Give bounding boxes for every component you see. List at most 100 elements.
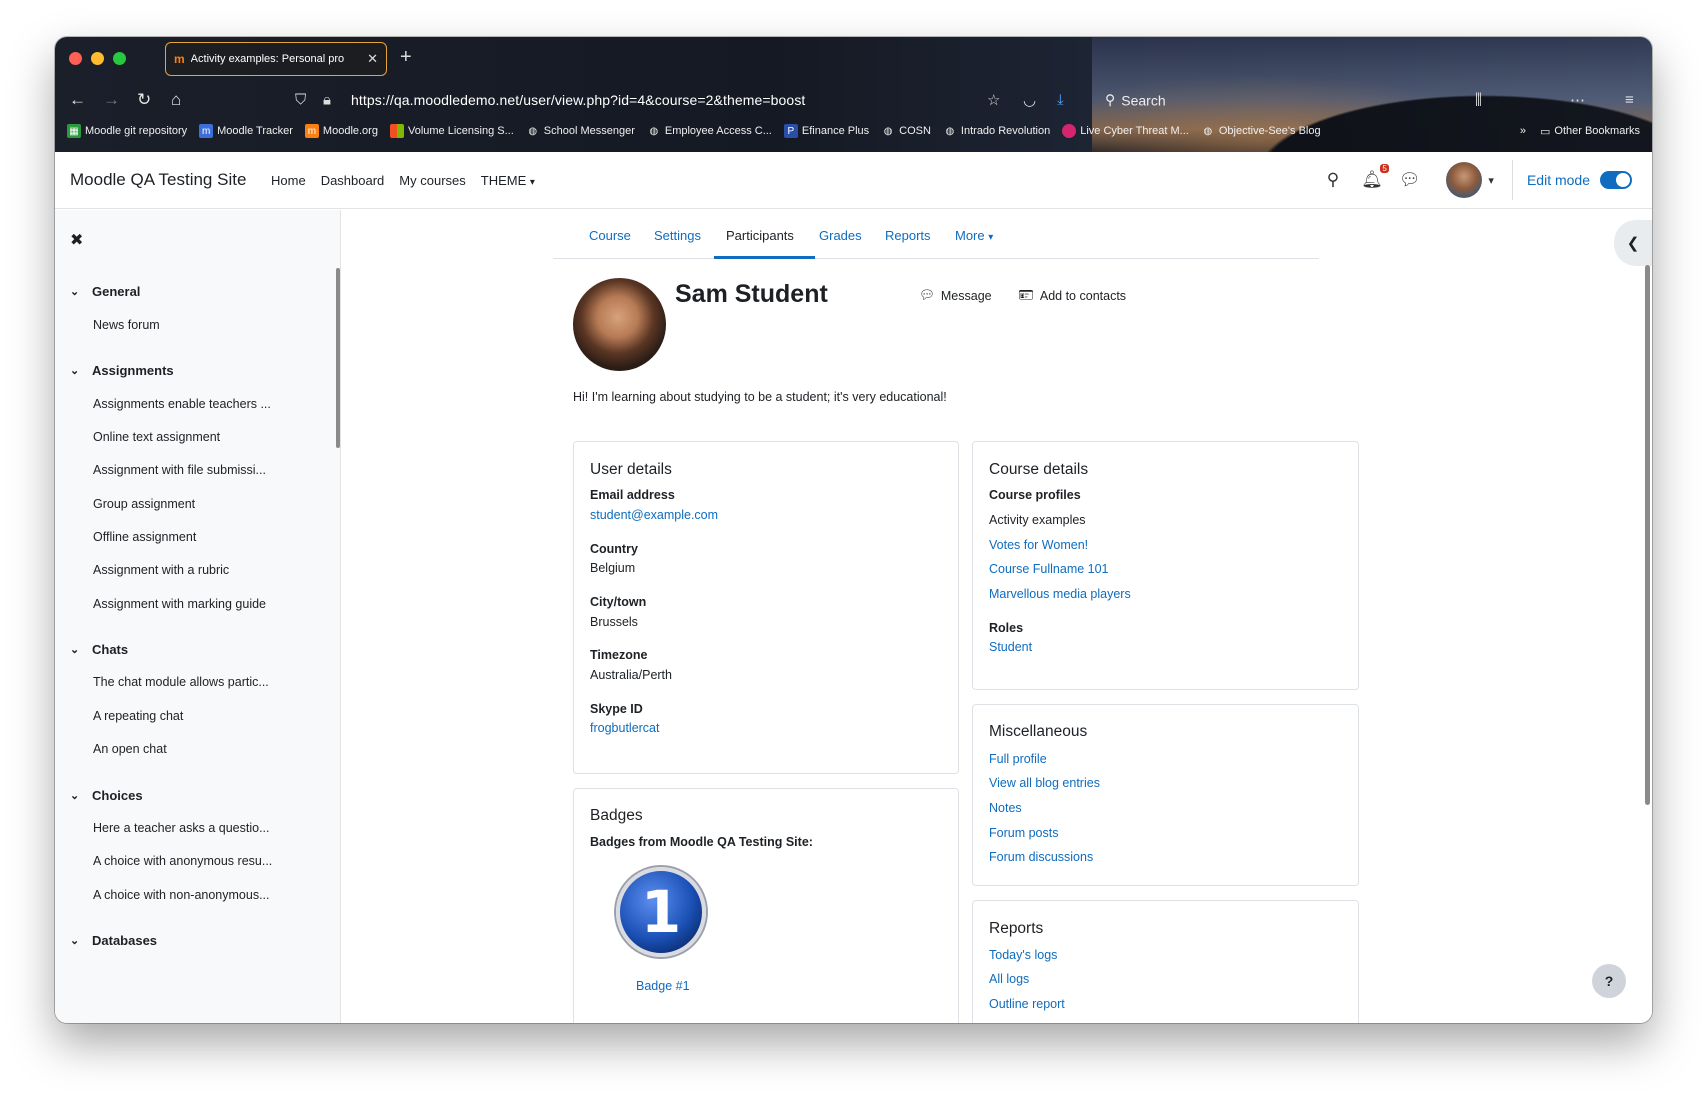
bookmark-item[interactable]: ◍ Intrado Revolution (943, 124, 1051, 138)
todays-logs-link[interactable]: Today's logs (989, 948, 1057, 962)
skype-link[interactable]: frogbutlercat (590, 721, 659, 735)
tab-course[interactable]: Course (589, 228, 631, 243)
email-link[interactable]: student@example.com (590, 508, 718, 522)
chevron-double-right-icon[interactable]: » (1520, 125, 1526, 137)
chevron-down-icon[interactable]: ⌄ (70, 643, 82, 656)
skype-label: Skype ID (590, 702, 643, 716)
drawer-item[interactable]: A choice with anonymous resu... (93, 854, 272, 868)
drawer-item[interactable]: An open chat (93, 742, 167, 756)
nav-home[interactable]: Home (271, 173, 306, 188)
notes-link[interactable]: Notes (989, 801, 1022, 815)
section-choices[interactable]: ⌄ Choices (70, 788, 143, 803)
nav-my-courses[interactable]: My courses (399, 173, 465, 188)
close-icon[interactable]: ✖ (70, 230, 83, 250)
drawer-item[interactable]: Assignment with a rubric (93, 563, 229, 577)
course-link[interactable]: Votes for Women! (989, 538, 1088, 552)
nav-theme[interactable]: THEME ▾ (481, 173, 535, 188)
tab-reports[interactable]: Reports (885, 228, 931, 243)
search-icon[interactable]: ⚲ (1327, 170, 1339, 190)
download-icon[interactable]: ⤓ (1057, 92, 1064, 109)
outline-report-link[interactable]: Outline report (989, 997, 1065, 1011)
home-icon[interactable]: ⌂ (171, 90, 181, 110)
bookmark-item[interactable]: ▦ Moodle git repository (67, 124, 187, 138)
lock-icon[interactable]: 🔒︎ (323, 92, 331, 109)
bookmark-item[interactable]: Live Cyber Threat M... (1062, 124, 1189, 138)
drawer-item[interactable]: A choice with non-anonymous... (93, 888, 270, 902)
section-chats[interactable]: ⌄ Chats (70, 642, 128, 657)
reload-icon[interactable]: ↻ (137, 90, 151, 110)
tab-participants[interactable]: Participants (726, 228, 794, 243)
drawer-item[interactable]: Online text assignment (93, 430, 220, 444)
messages-icon[interactable]: 💬︎ (1399, 170, 1421, 190)
bookmark-item[interactable]: m Moodle.org (304, 124, 378, 138)
tab-settings[interactable]: Settings (654, 228, 701, 243)
maximize-window-button[interactable] (113, 52, 126, 65)
bookmark-item[interactable]: m Moodle Tracker (199, 124, 293, 138)
section-databases[interactable]: ⌄ Databases (70, 933, 157, 948)
new-tab-icon[interactable]: + (400, 46, 412, 69)
chevron-down-icon[interactable]: ▾ (1488, 174, 1494, 187)
bookmark-item[interactable]: ◍ Employee Access C... (647, 124, 772, 138)
other-bookmarks[interactable]: ▭ Other Bookmarks (1540, 125, 1640, 138)
browser-tab[interactable]: m Activity examples: Personal pro ✕ (165, 42, 387, 76)
drawer-item[interactable]: News forum (93, 318, 160, 332)
pocket-icon[interactable]: ◡ (1023, 91, 1036, 109)
drawer-item[interactable]: Assignment with marking guide (93, 597, 266, 611)
drawer-item[interactable]: Assignments enable teachers ... (93, 397, 271, 411)
back-icon[interactable]: ← (69, 90, 86, 110)
bookmark-item[interactable]: ◍ COSN (881, 124, 931, 138)
minimize-window-button[interactable] (91, 52, 104, 65)
drawer-item[interactable]: Group assignment (93, 497, 195, 511)
full-profile-link[interactable]: Full profile (989, 752, 1047, 766)
bookmark-item[interactable]: ◍ Objective-See's Blog (1201, 124, 1320, 138)
nav-theme-label: THEME (480, 172, 527, 188)
tab-grades[interactable]: Grades (819, 228, 862, 243)
drawer-item[interactable]: Here a teacher asks a questio... (93, 821, 269, 835)
drawer-item[interactable]: Assignment with file submissi... (93, 463, 266, 477)
section-assignments[interactable]: ⌄ Assignments (70, 363, 174, 378)
course-link[interactable]: Marvellous media players (989, 587, 1131, 601)
search-box[interactable]: ⚲ Search (1105, 92, 1166, 109)
bookmark-star-icon[interactable]: ☆ (987, 91, 1000, 109)
drawer-item[interactable]: Offline assignment (93, 530, 196, 544)
user-avatar[interactable] (1446, 162, 1483, 198)
chevron-down-icon[interactable]: ⌄ (70, 364, 82, 377)
library-icon[interactable]: ⫼ (1475, 92, 1482, 109)
close-window-button[interactable] (69, 52, 82, 65)
add-to-contacts-button[interactable]: 🪪︎ Add to contacts (1018, 288, 1126, 303)
extensions-icon[interactable]: ⋯ (1570, 91, 1585, 109)
role-link[interactable]: Student (989, 640, 1032, 654)
bookmark-item[interactable]: Volume Licensing S... (389, 124, 514, 138)
badge-icon[interactable]: 1 (616, 867, 706, 957)
chevron-left-icon[interactable]: ❮ (1614, 220, 1652, 266)
page-scrollbar[interactable] (1645, 265, 1650, 805)
bookmark-item[interactable]: P Efinance Plus (783, 124, 869, 138)
edit-mode-toggle[interactable] (1600, 171, 1632, 189)
all-logs-link[interactable]: All logs (989, 972, 1029, 986)
course-link[interactable]: Course Fullname 101 (989, 562, 1109, 576)
url-bar[interactable]: https://qa.moodledemo.net/user/view.php?… (351, 92, 805, 108)
tab-more[interactable]: More ▾ (955, 228, 993, 243)
forum-posts-link[interactable]: Forum posts (989, 826, 1058, 840)
drawer-item[interactable]: The chat module allows partic... (93, 675, 269, 689)
forum-discussions-link[interactable]: Forum discussions (989, 850, 1093, 864)
close-tab-icon[interactable]: ✕ (367, 51, 378, 67)
chevron-down-icon[interactable]: ⌄ (70, 934, 82, 947)
section-general[interactable]: ⌄ General (70, 284, 140, 299)
roles-label: Roles (989, 621, 1024, 635)
drawer-scrollbar[interactable] (336, 268, 340, 448)
forward-icon[interactable]: → (103, 90, 120, 110)
bookmark-item[interactable]: ◍ School Messenger (526, 124, 634, 138)
message-button[interactable]: 💬︎ Message (919, 288, 992, 303)
site-name[interactable]: Moodle QA Testing Site (70, 170, 246, 190)
blog-entries-link[interactable]: View all blog entries (989, 776, 1100, 790)
nav-dashboard[interactable]: Dashboard (321, 173, 385, 188)
menu-icon[interactable]: ≡ (1625, 92, 1634, 109)
notifications-bell-icon[interactable]: 🔔︎ 5 (1361, 164, 1389, 190)
chevron-down-icon[interactable]: ⌄ (70, 789, 82, 802)
shield-icon[interactable]: ⛉ (295, 92, 306, 109)
badge-link[interactable]: Badge #1 (636, 979, 690, 993)
drawer-item[interactable]: A repeating chat (93, 709, 183, 723)
chevron-down-icon[interactable]: ⌄ (70, 285, 82, 298)
help-button[interactable]: ? (1592, 964, 1626, 998)
